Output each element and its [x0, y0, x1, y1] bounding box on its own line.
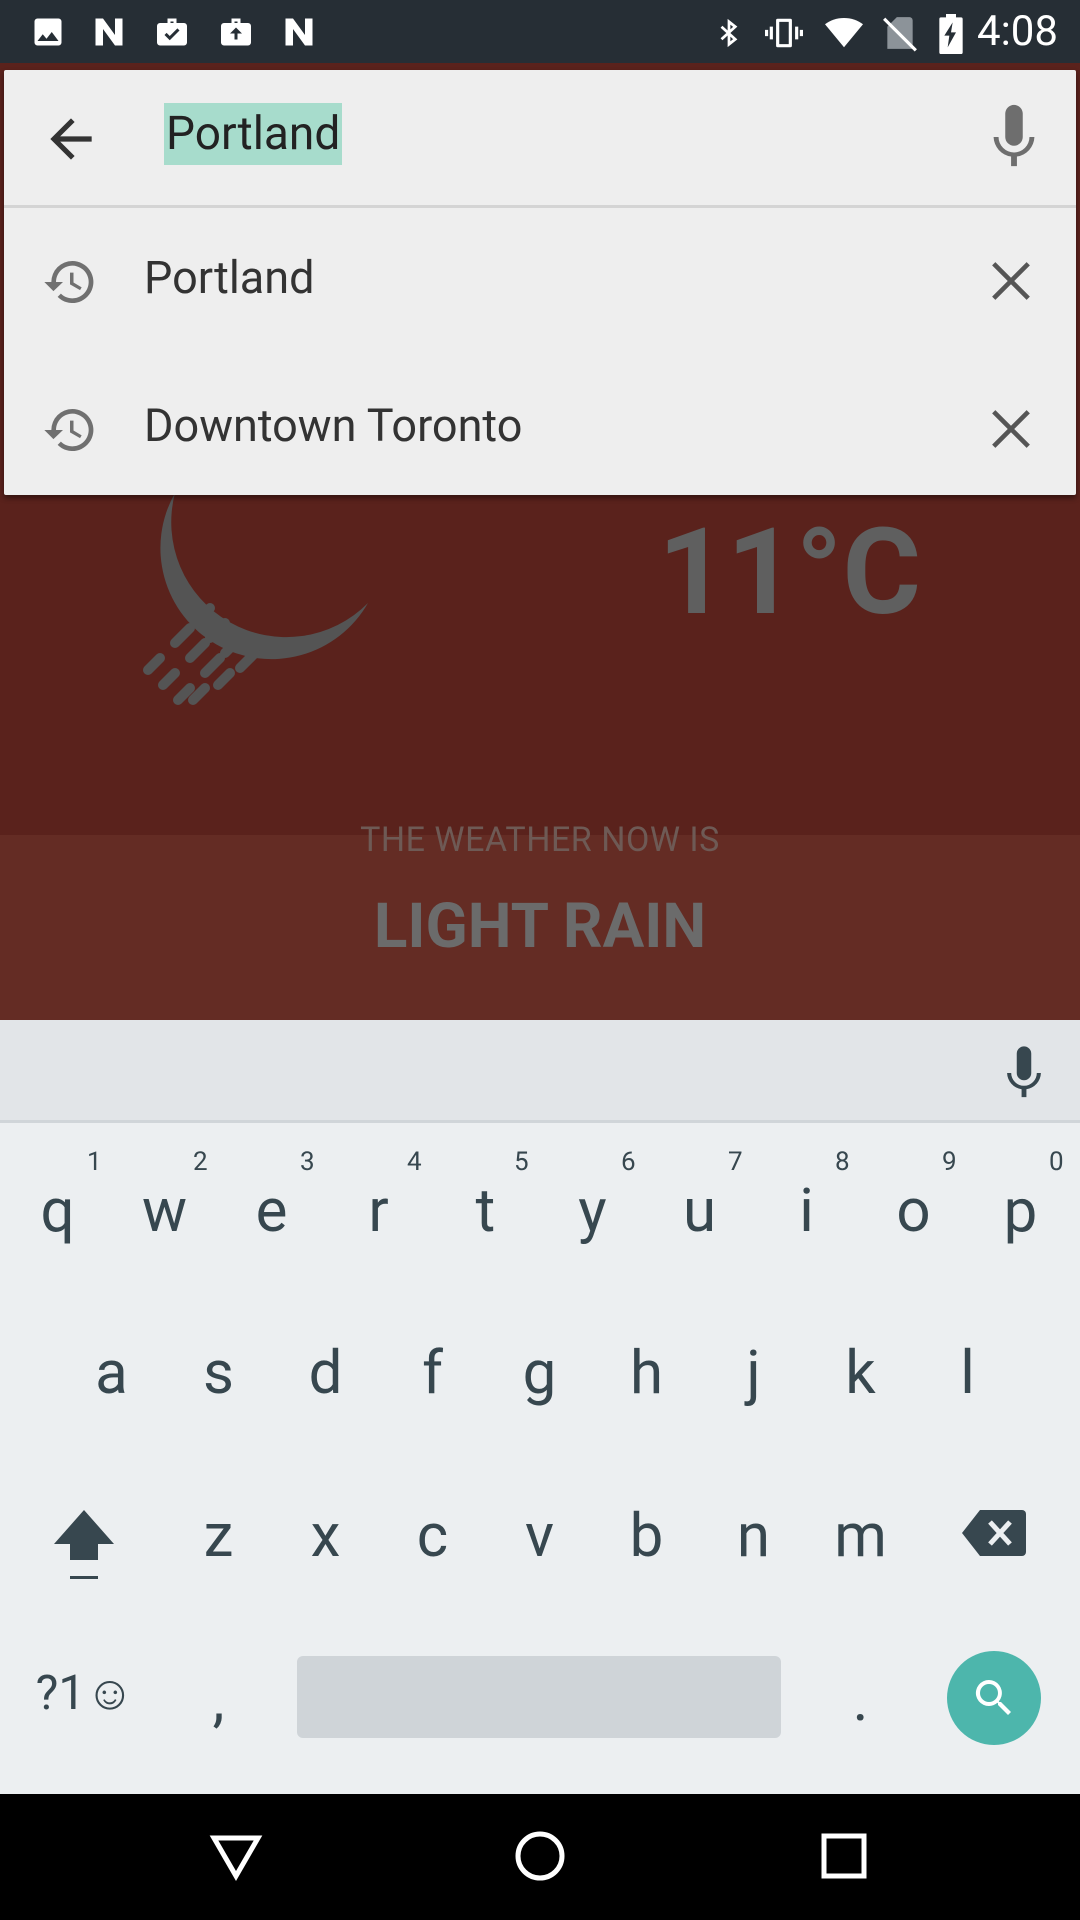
- suggestion-label: Downtown Toronto: [144, 399, 523, 452]
- microphone-icon[interactable]: [990, 102, 1038, 172]
- nav-home-icon[interactable]: [512, 1828, 568, 1884]
- symbols-key[interactable]: ?1☺: [20, 1664, 150, 1721]
- back-arrow-icon[interactable]: [40, 108, 102, 170]
- n-notification-icon: [285, 18, 313, 46]
- status-time: 4:08: [977, 7, 1058, 56]
- key-w[interactable]: w: [111, 1175, 218, 1246]
- key-hint: 3: [300, 1147, 315, 1177]
- key-z[interactable]: z: [165, 1500, 272, 1571]
- suggestion-item[interactable]: Portland: [4, 208, 1076, 354]
- key-hint: 2: [193, 1147, 208, 1177]
- key-y[interactable]: y: [539, 1175, 646, 1246]
- key-e[interactable]: e: [218, 1175, 325, 1246]
- no-sim-icon: [883, 17, 917, 52]
- key-b[interactable]: b: [593, 1500, 700, 1571]
- briefcase-check-icon: [157, 18, 187, 46]
- search-input[interactable]: Portland: [164, 103, 343, 165]
- moon-rain-icon: [143, 493, 368, 705]
- key-h[interactable]: h: [593, 1337, 700, 1408]
- space-key[interactable]: [297, 1656, 781, 1738]
- n-notification-icon: [95, 18, 123, 46]
- key-hint: 7: [728, 1147, 743, 1177]
- key-s[interactable]: s: [165, 1337, 272, 1408]
- key-t[interactable]: t: [432, 1175, 539, 1246]
- key-p[interactable]: p: [967, 1175, 1074, 1246]
- key-v[interactable]: v: [486, 1500, 593, 1571]
- key-o[interactable]: o: [860, 1175, 967, 1246]
- weather-condition: LIGHT RAIN: [373, 890, 707, 963]
- search-icon: [975, 1680, 1011, 1715]
- bluetooth-icon: [720, 18, 738, 48]
- key-g[interactable]: g: [486, 1337, 593, 1408]
- key-m[interactable]: m: [807, 1500, 914, 1571]
- key-hint: 9: [942, 1147, 957, 1177]
- wifi-icon: [825, 17, 863, 48]
- key-q[interactable]: q: [4, 1175, 111, 1246]
- key-u[interactable]: u: [646, 1175, 753, 1246]
- navigation-bar: [0, 1794, 1080, 1920]
- keyboard-microphone-icon[interactable]: [1004, 1044, 1044, 1102]
- vibrate-icon: [765, 18, 803, 48]
- key-j[interactable]: j: [700, 1337, 807, 1408]
- key-hint: 6: [621, 1147, 636, 1177]
- backspace-key-icon[interactable]: [962, 1510, 1026, 1556]
- search-key[interactable]: [947, 1651, 1041, 1745]
- suggestion-label: Portland: [144, 251, 315, 304]
- history-icon: [44, 260, 94, 303]
- key-period[interactable]: .: [807, 1664, 914, 1735]
- nav-recents-icon[interactable]: [816, 1828, 872, 1884]
- nav-back-icon[interactable]: [208, 1828, 264, 1884]
- key-x[interactable]: x: [272, 1500, 379, 1571]
- key-f[interactable]: f: [379, 1337, 486, 1408]
- key-l[interactable]: l: [914, 1337, 1021, 1408]
- shift-key-icon[interactable]: [52, 1506, 116, 1582]
- search-panel: Portland Portland Downtown Toronto: [4, 70, 1076, 495]
- briefcase-upload-icon: [221, 18, 251, 46]
- key-hint: 4: [407, 1147, 422, 1177]
- remove-suggestion-icon[interactable]: [988, 258, 1034, 304]
- key-i[interactable]: i: [753, 1175, 860, 1246]
- key-comma[interactable]: ,: [165, 1664, 272, 1735]
- key-c[interactable]: c: [379, 1500, 486, 1571]
- key-k[interactable]: k: [807, 1337, 914, 1408]
- key-r[interactable]: r: [325, 1175, 432, 1246]
- remove-suggestion-icon[interactable]: [988, 406, 1034, 452]
- history-icon: [44, 408, 94, 451]
- key-hint: 0: [1049, 1147, 1064, 1177]
- image-icon: [34, 18, 62, 46]
- status-bar: 4:08: [0, 0, 1080, 63]
- weather-now-label: THE WEATHER NOW IS: [360, 820, 720, 860]
- search-bar: Portland: [4, 70, 1076, 208]
- battery-charging-icon: [939, 14, 963, 54]
- temperature-value: 11°C: [658, 503, 921, 643]
- key-d[interactable]: d: [272, 1337, 379, 1408]
- key-hint: 1: [87, 1147, 102, 1177]
- keyboard-suggestion-bar: [0, 1020, 1080, 1123]
- suggestion-item[interactable]: Downtown Toronto: [4, 356, 1076, 502]
- key-n[interactable]: n: [700, 1500, 807, 1571]
- key-hint: 5: [514, 1147, 529, 1177]
- key-hint: 8: [835, 1147, 850, 1177]
- key-a[interactable]: a: [58, 1337, 165, 1408]
